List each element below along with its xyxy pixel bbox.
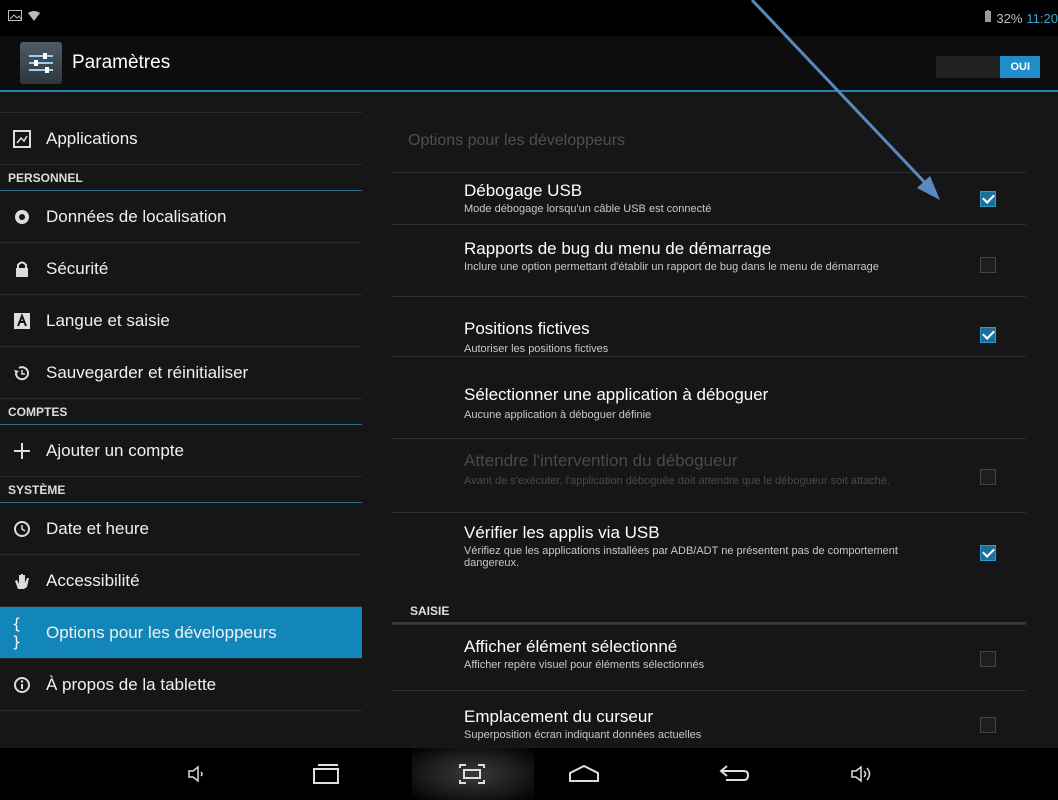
sidebar-item-label: Données de localisation (46, 206, 227, 226)
option-summary: Afficher repère visuel pour éléments sél… (464, 659, 705, 671)
sidebar-item-label: Applications (46, 128, 138, 148)
developer-option-row[interactable]: Afficher élément sélectionné Afficher rep… (392, 624, 1026, 690)
option-checkbox[interactable] (980, 327, 996, 343)
clock: 11:20 (1026, 10, 1058, 26)
sidebar-item[interactable]: { } Options pour les développeurs (0, 607, 362, 659)
toggle-label: OUI (1000, 56, 1040, 78)
sidebar-item-label: Accessibilité (46, 570, 140, 590)
sidebar-item-label: Options pour les développeurs (46, 622, 277, 642)
sidebar-item-label: Date et heure (46, 518, 150, 538)
sidebar-section-header: COMPTES (0, 399, 362, 425)
sidebar-section-header: SYSTÈME (0, 477, 362, 503)
option-title: Attendre l'intervention du débogueur (464, 451, 738, 470)
volume-down-icon[interactable] (176, 760, 216, 788)
screenshot-icon[interactable] (452, 760, 492, 788)
option-checkbox[interactable] (980, 717, 996, 733)
option-title: Afficher élément sélectionné (464, 637, 678, 656)
developer-option-row[interactable]: Débogage USB Mode débogage lorsqu'un câbl… (392, 172, 1026, 224)
option-title: Sélectionner une application à déboguer (464, 385, 769, 404)
developer-option-row[interactable]: Rapports de bug du menu de démarrage Incl… (392, 224, 1026, 296)
navigation-bar (0, 748, 1058, 800)
developer-option-row[interactable]: Sélectionner une application à déboguer A… (392, 356, 1026, 438)
section-header-saisie: SAISIE (392, 604, 1026, 624)
info-icon (12, 675, 32, 695)
sidebar-item[interactable]: Applications (0, 113, 362, 165)
option-title: Rapports de bug du menu de démarrage (464, 239, 772, 258)
sidebar-item[interactable]: À propos de la tablette (0, 659, 362, 711)
option-title: Débogage USB (464, 181, 583, 200)
developer-options-panel: Options pour les développeurs Débogage U… (362, 92, 1058, 748)
sidebar-item[interactable]: Ajouter un compte (0, 425, 362, 477)
apps-icon (12, 129, 32, 149)
plus-icon (12, 441, 32, 461)
braces-icon: { } (12, 614, 22, 651)
back-icon[interactable] (714, 760, 754, 788)
option-checkbox[interactable] (980, 651, 996, 667)
volume-up-icon[interactable] (842, 760, 882, 788)
option-summary: Avant de s'exécuter, l'application débog… (464, 475, 890, 487)
sidebar-item[interactable]: Données de localisation (0, 191, 362, 243)
settings-sidebar: Applications PERSONNEL Données de localisa… (0, 92, 362, 748)
option-summary: Mode débogage lorsqu'un câble USB est co… (464, 203, 712, 215)
developer-option-row[interactable]: Positions fictives Autoriser les position… (392, 296, 1026, 356)
option-title: Positions fictives (464, 319, 590, 338)
home-icon[interactable] (564, 760, 604, 788)
page-title: Paramètres (72, 52, 171, 73)
status-bar: 32% 11:20 (0, 0, 1058, 36)
wifi-icon (28, 9, 40, 27)
battery-icon (984, 10, 992, 26)
option-summary: Vérifiez que les applications installées… (464, 545, 898, 569)
option-checkbox[interactable] (980, 257, 996, 273)
sidebar-item-label: Sauvegarder et réinitialiser (46, 362, 249, 382)
sidebar-partial-item[interactable] (0, 92, 362, 113)
panel-title: Options pour les développeurs (408, 132, 626, 149)
sidebar-section-header: PERSONNEL (0, 165, 362, 191)
developer-options-toggle[interactable]: OUI (936, 56, 1040, 78)
recent-apps-icon[interactable] (306, 760, 346, 788)
sidebar-item[interactable]: Sauvegarder et réinitialiser (0, 347, 362, 399)
developer-option-row[interactable]: Emplacement du curseur Superposition écra… (392, 690, 1026, 748)
sidebar-item[interactable]: Langue et saisie (0, 295, 362, 347)
developer-option-row[interactable]: Vérifier les applis via USB Vérifiez que … (392, 512, 1026, 604)
hand-icon (12, 571, 32, 591)
option-checkbox (980, 469, 996, 485)
action-bar: Paramètres OUI (0, 36, 1058, 92)
sidebar-item-label: À propos de la tablette (46, 674, 217, 694)
option-title: Vérifier les applis via USB (464, 523, 660, 542)
option-checkbox[interactable] (980, 191, 996, 207)
developer-option-row: Attendre l'intervention du débogueur Avan… (392, 438, 1026, 512)
settings-app-icon[interactable] (20, 42, 62, 84)
sidebar-item[interactable]: Date et heure (0, 503, 362, 555)
option-summary: Aucune application à déboguer définie (464, 409, 652, 421)
lock-icon (12, 259, 32, 279)
restore-icon (12, 363, 32, 383)
sidebar-item-label: Sécurité (46, 258, 109, 278)
keyboard-icon (12, 311, 32, 331)
option-checkbox[interactable] (980, 545, 996, 561)
sidebar-item[interactable]: Sécurité (0, 243, 362, 295)
battery-percent: 32% (996, 10, 1023, 26)
clock-icon (12, 519, 32, 539)
screenshot-notification-icon (8, 9, 22, 27)
sidebar-item[interactable]: Accessibilité (0, 555, 362, 607)
option-summary: Autoriser les positions fictives (464, 343, 609, 355)
sidebar-item-label: Langue et saisie (46, 310, 170, 330)
option-title: Emplacement du curseur (464, 707, 653, 726)
location-icon (12, 207, 32, 227)
sidebar-item-label: Ajouter un compte (46, 440, 184, 460)
option-summary: Superposition écran indiquant données ac… (464, 729, 702, 741)
option-summary: Inclure une option permettant d'établir … (464, 261, 879, 273)
